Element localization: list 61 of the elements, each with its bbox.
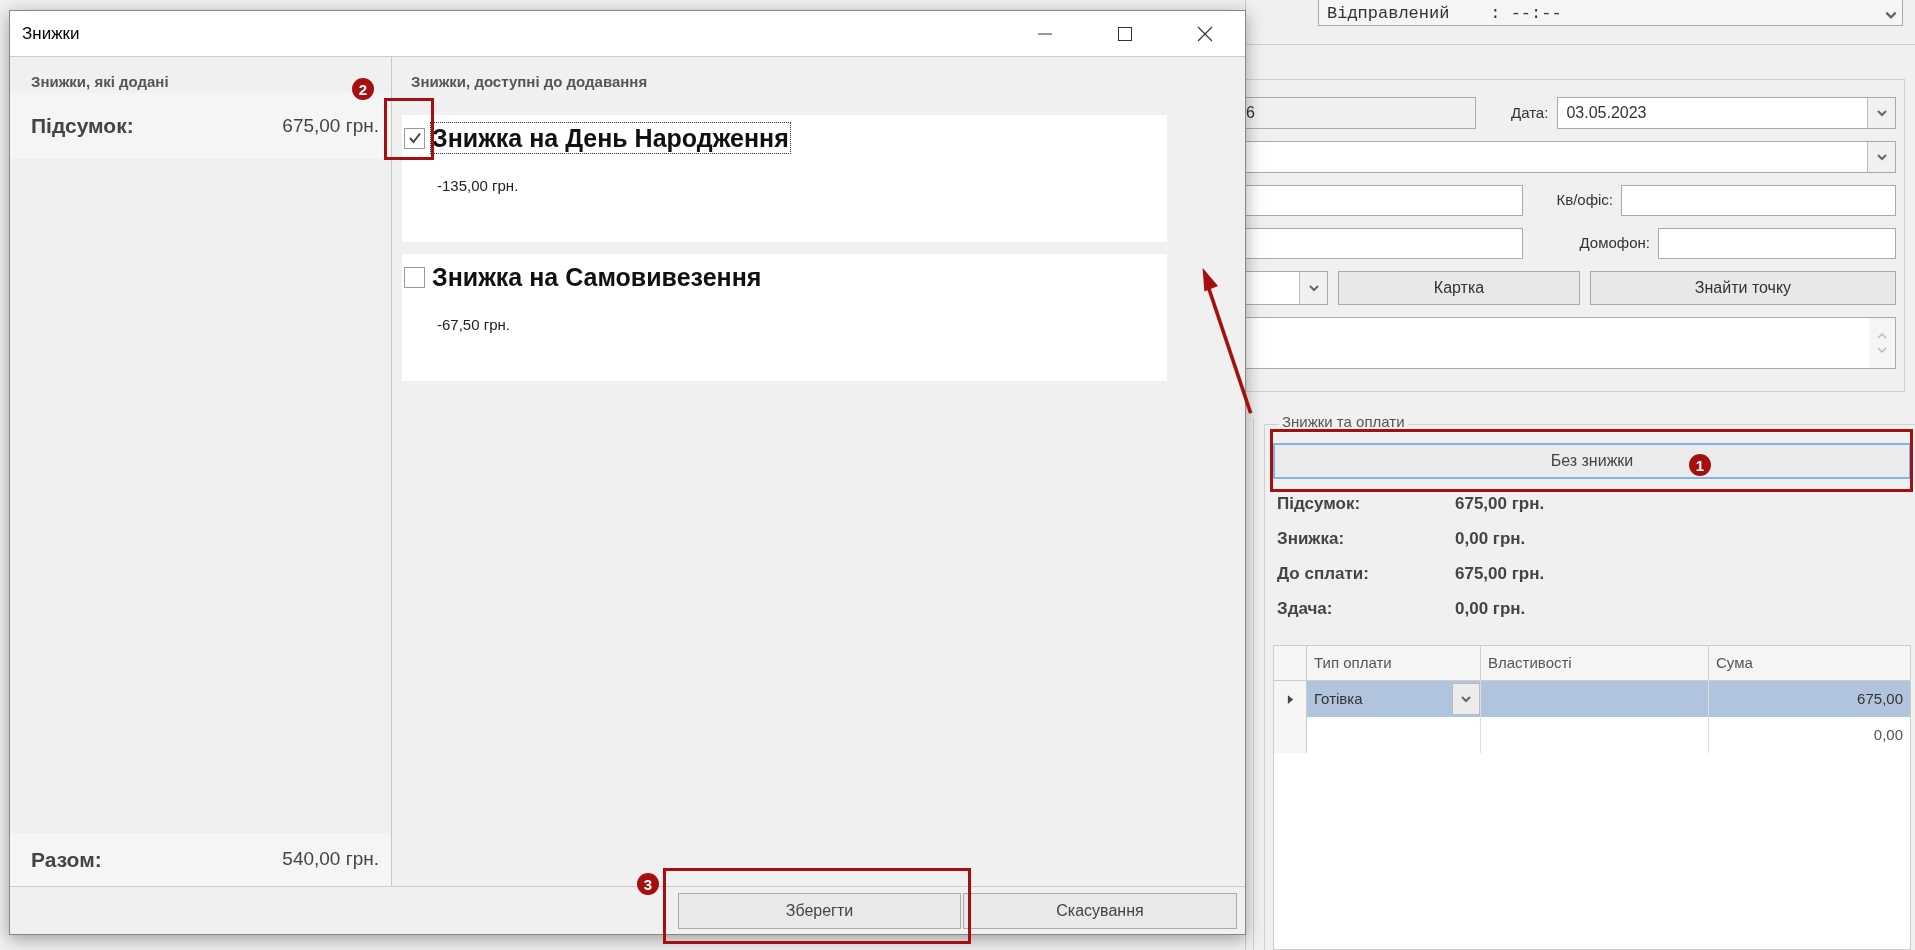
subtotal-value: 675,00 грн.	[282, 113, 379, 138]
street-field[interactable]	[1246, 185, 1523, 216]
discount-amount: -135,00 грн.	[437, 176, 519, 196]
discount-name: Знижка на Самовивезення	[431, 262, 763, 292]
card-button[interactable]: Картка	[1338, 271, 1580, 305]
discount-amount: -67,50 грн.	[437, 315, 510, 335]
table-cell-text: 0,00	[1873, 724, 1903, 745]
table-cell-text: Готівка	[1314, 688, 1363, 709]
apartment-field[interactable]	[1621, 185, 1896, 216]
number-field[interactable]: 6	[1246, 97, 1476, 129]
chevron-down-icon[interactable]	[1875, 151, 1888, 163]
date-value: 03.05.2023	[1566, 103, 1647, 123]
scroll-up-icon[interactable]	[1876, 332, 1888, 340]
checkmark-icon	[407, 131, 422, 145]
checkbox[interactable]	[404, 266, 425, 288]
chevron-down-icon[interactable]	[1460, 693, 1472, 705]
row-pointer-icon	[1286, 693, 1294, 705]
summary-label: Знижка:	[1277, 528, 1346, 550]
apartment-label: Кв/офіс:	[1556, 190, 1613, 211]
date-picker[interactable]: 03.05.2023	[1557, 97, 1896, 129]
summary-value: 675,00 грн.	[1455, 493, 1546, 515]
address-combo[interactable]	[1246, 141, 1896, 173]
chevron-down-icon[interactable]	[1307, 282, 1320, 294]
column-header: Властивості	[1481, 646, 1709, 680]
section-heading: Знижки, доступні до додавання	[411, 71, 648, 92]
maximize-icon	[1118, 26, 1132, 41]
column-header: Тип оплати	[1307, 646, 1481, 680]
table-cell-text: 675,00	[1857, 688, 1903, 709]
total-value: 540,00 грн.	[282, 847, 379, 872]
close-icon	[1197, 25, 1213, 42]
intercom-field[interactable]	[1658, 228, 1896, 259]
summary-label: До сплати:	[1277, 563, 1370, 585]
intercom-label: Домофон:	[1579, 233, 1650, 254]
summary-label: Підсумок:	[1277, 493, 1362, 515]
find-point-button[interactable]: Знайти точку	[1590, 271, 1896, 305]
discount-name: Знижка на День Народження	[431, 123, 790, 153]
scroll-down-icon[interactable]	[1876, 346, 1888, 354]
cancel-button[interactable]: Скасування	[963, 892, 1237, 929]
column-header: Сума	[1715, 652, 1754, 673]
total-label: Разом:	[31, 846, 102, 873]
summary-value: 0,00 грн.	[1455, 528, 1527, 550]
street-field[interactable]	[1246, 228, 1523, 259]
summary-label: Здача:	[1277, 598, 1334, 620]
sent-field[interactable]: Відправлений : --:--	[1318, 0, 1903, 26]
highlight-frame	[384, 98, 434, 160]
section-heading: Знижки, які додані	[31, 71, 169, 92]
type-combo[interactable]	[1246, 271, 1328, 305]
save-button[interactable]: Зберегти	[678, 892, 961, 929]
checkbox[interactable]	[404, 127, 425, 149]
discount-card[interactable]: Знижка на Самовивезення -67,50 грн.	[402, 254, 1167, 381]
summary-value: 0,00 грн.	[1455, 598, 1527, 620]
comment-field[interactable]	[1246, 317, 1896, 369]
minimize-icon	[1038, 32, 1052, 35]
summary-value: 675,00 грн.	[1455, 563, 1546, 585]
window-title: Знижки	[22, 22, 80, 45]
discount-card[interactable]: Знижка на День Народження -135,00 грн.	[402, 115, 1167, 242]
date-label: Дата:	[1511, 102, 1549, 123]
chevron-down-icon[interactable]	[1875, 107, 1888, 119]
sent-field-text: Відправлений : --:--	[1327, 5, 1562, 22]
table-row[interactable]: Готівка 675,00	[1274, 681, 1910, 717]
subtotal-label: Підсумок:	[31, 113, 134, 140]
